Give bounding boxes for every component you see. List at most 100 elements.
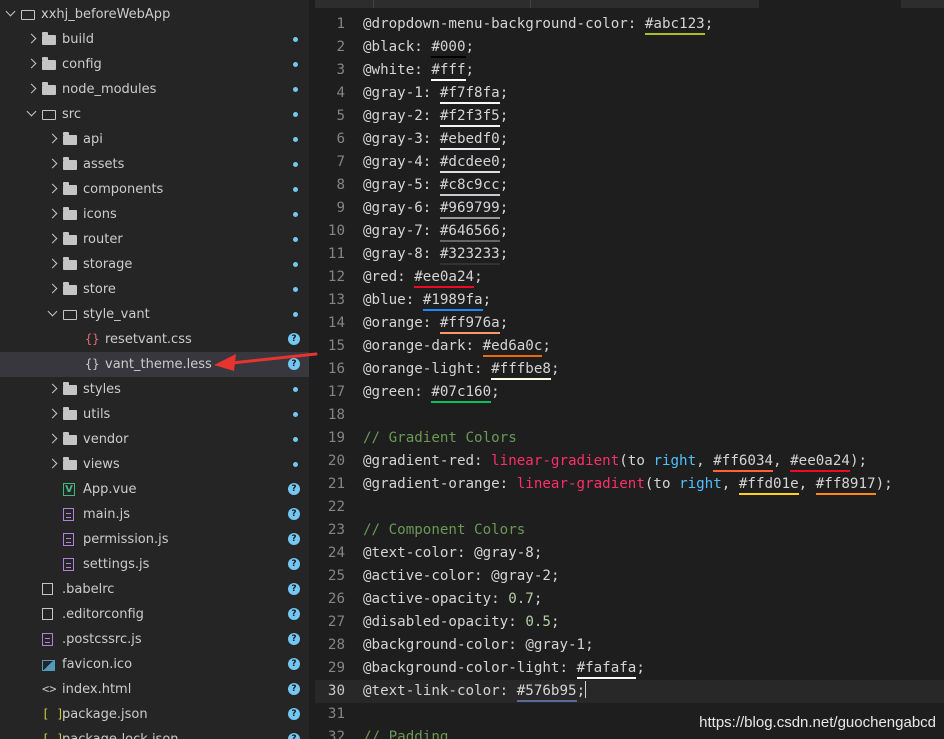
code-editor[interactable]: 1 @dropdown-menu-background-color: #abc12… (315, 0, 944, 739)
tree-item[interactable]: src (0, 102, 309, 127)
code-line[interactable]: 30 @text-link-color: #576b95; (315, 680, 944, 703)
modified-dot-icon (293, 287, 298, 292)
color-value: #fafafa (576, 660, 637, 679)
tree-item[interactable]: api (0, 127, 309, 152)
code-line[interactable]: 6 @gray-3: #ebedf0; (315, 128, 944, 151)
code-line[interactable]: 12 @red: #ee0a24; (315, 266, 944, 289)
chevron-right-icon[interactable] (26, 33, 37, 44)
code-line[interactable]: 17 @green: #07c160; (315, 381, 944, 404)
vue-file-icon: V (63, 483, 75, 496)
tree-item[interactable]: [ ]package-lock.json? (0, 727, 309, 739)
line-number: 7 (336, 154, 345, 170)
code-line[interactable]: 4 @gray-1: #f7f8fa; (315, 82, 944, 105)
code-line[interactable]: 3 @white: #fff; (315, 59, 944, 82)
tree-item[interactable]: storage (0, 252, 309, 277)
line-source: // Gradient Colors (363, 427, 517, 450)
code-line[interactable]: 1 @dropdown-menu-background-color: #abc12… (315, 13, 944, 36)
chevron-right-icon[interactable] (47, 408, 58, 419)
chevron-right-icon[interactable] (26, 58, 37, 69)
tree-item[interactable]: components (0, 177, 309, 202)
code-line[interactable]: 23 // Component Colors (315, 519, 944, 542)
code-line[interactable]: 28 @background-color: @gray-1; (315, 634, 944, 657)
tree-item[interactable]: assets (0, 152, 309, 177)
chevron-right-icon[interactable] (47, 158, 58, 169)
color-value: #f2f3f5 (439, 108, 500, 127)
tree-item[interactable]: .postcssrc.js? (0, 627, 309, 652)
tree-item[interactable]: permission.js? (0, 527, 309, 552)
chevron-down-icon[interactable] (26, 106, 37, 117)
line-number: 15 (327, 338, 345, 354)
chevron-right-icon[interactable] (47, 458, 58, 469)
line-number: 21 (327, 476, 345, 492)
tree-item[interactable]: utils (0, 402, 309, 427)
code-line[interactable]: 29 @background-color-light: #fafafa; (315, 657, 944, 680)
code-line[interactable]: 5 @gray-2: #f2f3f5; (315, 105, 944, 128)
code-token: ; (704, 16, 714, 32)
code-line[interactable]: 24 @text-color: @gray-8; (315, 542, 944, 565)
code-line[interactable]: 21 @gradient-orange: linear-gradient(to r… (315, 473, 944, 496)
tree-item[interactable]: icons (0, 202, 309, 227)
code-line[interactable]: 15 @orange-dark: #ed6a0c; (315, 335, 944, 358)
tree-item-label: package-lock.json (62, 727, 179, 739)
chevron-right-icon[interactable] (47, 258, 58, 269)
code-line[interactable]: 27 @disabled-opacity: 0.5; (315, 611, 944, 634)
code-line[interactable]: 2 @black: #000; (315, 36, 944, 59)
tree-item[interactable]: .babelrc? (0, 577, 309, 602)
modified-dot-icon (293, 187, 298, 192)
chevron-right-icon[interactable] (47, 208, 58, 219)
tree-item[interactable]: build (0, 27, 309, 52)
code-token: @gray-6 (363, 200, 423, 216)
arrow-shaft (230, 352, 318, 365)
watermark: https://blog.csdn.net/guochengabcd (699, 714, 936, 731)
tree-item[interactable]: .editorconfig? (0, 602, 309, 627)
code-line[interactable]: 22 (315, 496, 944, 519)
chevron-right-icon[interactable] (47, 133, 58, 144)
tree-item[interactable]: V App.vue? (0, 477, 309, 502)
tree-item[interactable]: xxhj_beforeWebApp (0, 2, 309, 27)
code-token: @orange (363, 315, 423, 331)
code-line[interactable]: 20 @gradient-red: linear-gradient(to righ… (315, 450, 944, 473)
code-token: : (422, 177, 440, 193)
tab-active[interactable] (759, 0, 901, 8)
code-line[interactable]: 13 @blue: #1989fa; (315, 289, 944, 312)
tree-item[interactable]: router (0, 227, 309, 252)
tree-item[interactable]: store (0, 277, 309, 302)
untracked-badge-icon: ? (288, 608, 300, 620)
code-line[interactable]: 10 @gray-7: #646566; (315, 220, 944, 243)
chevron-down-icon[interactable] (47, 306, 58, 317)
code-line[interactable]: 14 @orange: #ff976a; (315, 312, 944, 335)
code-line[interactable]: 16 @orange-light: #fffbe8; (315, 358, 944, 381)
tree-item[interactable]: main.js? (0, 502, 309, 527)
code-line[interactable]: 25 @active-color: @gray-2; (315, 565, 944, 588)
chevron-right-icon[interactable] (47, 283, 58, 294)
code-line[interactable]: 8 @gray-5: #c8c9cc; (315, 174, 944, 197)
chevron-right-icon[interactable] (47, 183, 58, 194)
tree-item-label: build (62, 32, 94, 47)
tree-item[interactable]: favicon.ico? (0, 652, 309, 677)
code-line[interactable]: 19 // Gradient Colors (315, 427, 944, 450)
code-line[interactable]: 9 @gray-6: #969799; (315, 197, 944, 220)
chevron-right-icon[interactable] (47, 433, 58, 444)
code-line[interactable]: 26 @active-opacity: 0.7; (315, 588, 944, 611)
chevron-right-icon[interactable] (47, 233, 58, 244)
folder-icon (63, 257, 77, 270)
tree-item[interactable]: style_vant (0, 302, 309, 327)
tree-item[interactable]: [ ] package.json? (0, 702, 309, 727)
tree-item[interactable]: <> index.html? (0, 677, 309, 702)
tree-item[interactable]: node_modules (0, 77, 309, 102)
chevron-down-icon[interactable] (5, 6, 16, 17)
tree-item[interactable]: styles (0, 377, 309, 402)
chevron-right-icon[interactable] (26, 83, 37, 94)
code-token: ); (849, 453, 868, 469)
color-value: #ee0a24 (414, 269, 475, 288)
tree-item[interactable]: settings.js? (0, 552, 309, 577)
chevron-right-icon[interactable] (47, 383, 58, 394)
tree-item[interactable]: vendor (0, 427, 309, 452)
line-source: @background-color-light: #fafafa; (363, 657, 645, 680)
tree-item[interactable]: config (0, 52, 309, 77)
tree-item[interactable]: views (0, 452, 309, 477)
code-line[interactable]: 7 @gray-4: #dcdee0; (315, 151, 944, 174)
code-line[interactable]: 11 @gray-8: #323233; (315, 243, 944, 266)
code-token: @gray-5 (363, 177, 423, 193)
code-line[interactable]: 18 (315, 404, 944, 427)
